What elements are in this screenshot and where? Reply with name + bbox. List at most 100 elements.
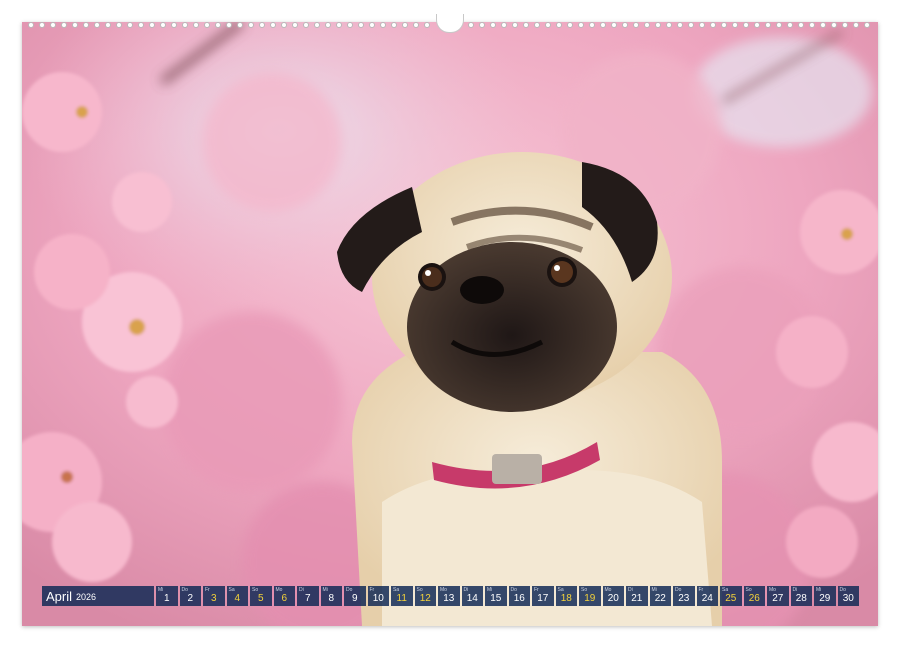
spiral-binding-hole-icon (424, 22, 430, 28)
spiral-binding-hole-icon (765, 22, 771, 28)
spiral-binding-hole-icon (468, 22, 474, 28)
spiral-binding-hole-icon (215, 22, 221, 28)
day-number: 25 (720, 593, 742, 604)
spiral-binding-hole-icon (622, 22, 628, 28)
day-number: 13 (438, 593, 460, 604)
day-cell: Do23 (673, 586, 695, 606)
day-number: 10 (368, 593, 390, 604)
day-number: 9 (344, 593, 366, 604)
spiral-binding-hole-icon (347, 22, 353, 28)
day-cells: Mi1Do2Fr3Sa4So5Mo6Di7Mi8Do9Fr10Sa11So12M… (156, 586, 859, 606)
spiral-binding-hole-icon (644, 22, 650, 28)
spiral-binding-hole-icon (776, 22, 782, 28)
spiral-binding-hole-icon (567, 22, 573, 28)
day-cell: Mo20 (603, 586, 625, 606)
day-number: 2 (180, 593, 202, 604)
spiral-binding-hole-icon (39, 22, 45, 28)
spiral-binding-hole-icon (479, 22, 485, 28)
spiral-binding-hole-icon (248, 22, 254, 28)
spiral-binding-hole-icon (842, 22, 848, 28)
day-cell: Di14 (462, 586, 484, 606)
day-number: 27 (767, 593, 789, 604)
day-number: 1 (156, 593, 178, 604)
day-cell: Sa4 (227, 586, 249, 606)
day-number: 29 (814, 593, 836, 604)
day-number: 12 (415, 593, 437, 604)
day-cell: Mo27 (767, 586, 789, 606)
day-number: 28 (791, 593, 813, 604)
spiral-binding-hole-icon (523, 22, 529, 28)
day-number: 3 (203, 593, 225, 604)
spiral-binding-hole-icon (545, 22, 551, 28)
spiral-binding-hole-icon (732, 22, 738, 28)
spiral-binding-hole-icon (798, 22, 804, 28)
spiral-binding-hole-icon (710, 22, 716, 28)
spiral-binding-hole-icon (72, 22, 78, 28)
day-number: 7 (297, 593, 319, 604)
spiral-binding-hole-icon (677, 22, 683, 28)
day-number: 16 (509, 593, 531, 604)
day-cell: Do16 (509, 586, 531, 606)
spiral-binding-hole-icon (116, 22, 122, 28)
day-cell: Sa18 (556, 586, 578, 606)
day-cell: Mo13 (438, 586, 460, 606)
day-number: 21 (626, 593, 648, 604)
spiral-binding-hole-icon (512, 22, 518, 28)
day-number: 18 (556, 593, 578, 604)
spiral-binding-hole-icon (237, 22, 243, 28)
day-number: 5 (250, 593, 272, 604)
spiral-binding-hole-icon (28, 22, 34, 28)
day-number: 4 (227, 593, 249, 604)
spiral-binding-hole-icon (391, 22, 397, 28)
spiral-binding-hole-icon (699, 22, 705, 28)
pug-cherry-blossom-photo (22, 22, 878, 626)
spiral-binding-hole-icon (105, 22, 111, 28)
day-cell: Do2 (180, 586, 202, 606)
spiral-binding-hole-icon (314, 22, 320, 28)
month-name: April (46, 589, 72, 604)
day-number: 20 (603, 593, 625, 604)
spiral-binding-hole-icon (336, 22, 342, 28)
month-label: April 2026 (42, 586, 154, 606)
spiral-binding-hole-icon (303, 22, 309, 28)
spiral-binding-hole-icon (754, 22, 760, 28)
day-cell: Mi29 (814, 586, 836, 606)
day-number: 19 (579, 593, 601, 604)
spiral-binding-hole-icon (325, 22, 331, 28)
day-cell: Fr17 (532, 586, 554, 606)
day-cell: Do30 (838, 586, 860, 606)
spiral-binding-hole-icon (787, 22, 793, 28)
spiral-binding-hole-icon (380, 22, 386, 28)
spiral-binding-hole-icon (853, 22, 859, 28)
day-cell: Mi22 (650, 586, 672, 606)
spiral-binding-hole-icon (193, 22, 199, 28)
spiral-binding-hole-icon (743, 22, 749, 28)
month-year: 2026 (76, 592, 96, 602)
spiral-binding-hole-icon (127, 22, 133, 28)
spiral-binding-hole-icon (292, 22, 298, 28)
day-cell: Di28 (791, 586, 813, 606)
spiral-binding-hole-icon (688, 22, 694, 28)
spiral-binding-hole-icon (138, 22, 144, 28)
day-number: 15 (485, 593, 507, 604)
spiral-binding-hole-icon (50, 22, 56, 28)
day-number: 17 (532, 593, 554, 604)
spiral-binding-hole-icon (149, 22, 155, 28)
spiral-binding-hole-icon (94, 22, 100, 28)
spiral-binding-hole-icon (270, 22, 276, 28)
spiral-binding-hole-icon (809, 22, 815, 28)
day-cell: Do9 (344, 586, 366, 606)
day-number: 11 (391, 593, 413, 604)
day-cell: Sa25 (720, 586, 742, 606)
spiral-binding-hole-icon (490, 22, 496, 28)
day-cell: Fr24 (697, 586, 719, 606)
spiral-binding-hole-icon (831, 22, 837, 28)
day-cell: Mo6 (274, 586, 296, 606)
day-cell: Mi8 (321, 586, 343, 606)
spiral-binding-hole-icon (61, 22, 67, 28)
spiral-binding-hole-icon (369, 22, 375, 28)
spiral-binding-hole-icon (358, 22, 364, 28)
day-cell: So19 (579, 586, 601, 606)
spiral-binding-hole-icon (226, 22, 232, 28)
day-cell: So5 (250, 586, 272, 606)
